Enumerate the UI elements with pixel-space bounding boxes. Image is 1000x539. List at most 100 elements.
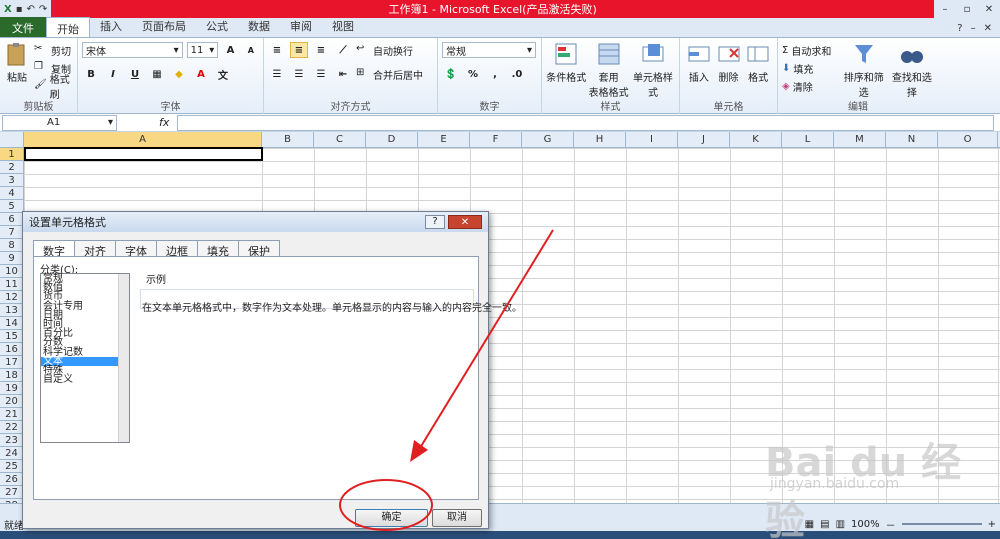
row-header-9[interactable]: 9 xyxy=(0,252,24,265)
column-header-n[interactable]: N xyxy=(886,132,938,148)
column-header-g[interactable]: G xyxy=(522,132,574,148)
row-header-8[interactable]: 8 xyxy=(0,239,24,252)
tab-insert[interactable]: 插入 xyxy=(90,15,132,37)
column-header-h[interactable]: H xyxy=(574,132,626,148)
row-header-4[interactable]: 4 xyxy=(0,187,24,200)
clear-button[interactable]: ◈ 清除 xyxy=(782,77,813,95)
row-header-15[interactable]: 15 xyxy=(0,330,24,343)
font-color-button[interactable]: A xyxy=(192,66,210,82)
column-header-d[interactable]: D xyxy=(366,132,418,148)
select-all-corner[interactable] xyxy=(0,132,24,148)
row-header-12[interactable]: 12 xyxy=(0,291,24,304)
wrap-text-button[interactable]: ↩ 自动换行 xyxy=(356,43,413,58)
cell-styles-button[interactable]: 单元格样式 xyxy=(631,41,675,100)
name-box[interactable]: A1 ▾ xyxy=(2,114,117,131)
maximize-icon[interactable]: ▫ xyxy=(956,4,978,15)
close-workbook-icon[interactable]: ✕ xyxy=(984,23,992,34)
indent-icon[interactable]: ⇤ xyxy=(334,66,352,82)
tab-data[interactable]: 数据 xyxy=(238,15,280,37)
align-bottom-icon[interactable]: ≡ xyxy=(312,42,330,58)
redo-icon[interactable]: ↷ xyxy=(39,4,47,15)
fill-button[interactable]: ⬇ 填充 xyxy=(782,59,813,77)
row-header-21[interactable]: 21 xyxy=(0,408,24,421)
delete-cells-button[interactable]: 删除 xyxy=(714,41,744,100)
find-select-button[interactable]: 查找和选择 xyxy=(890,41,934,100)
orientation-icon[interactable]: ⟋ xyxy=(334,42,352,58)
tab-formulas[interactable]: 公式 xyxy=(196,15,238,37)
grow-font-button[interactable]: A xyxy=(222,42,238,58)
row-header-17[interactable]: 17 xyxy=(0,356,24,369)
row-header-19[interactable]: 19 xyxy=(0,382,24,395)
row-header-14[interactable]: 14 xyxy=(0,317,24,330)
row-header-2[interactable]: 2 xyxy=(0,161,24,174)
help-icon[interactable]: ? xyxy=(957,23,962,34)
insert-cells-button[interactable]: 插入 xyxy=(684,41,714,100)
row-header-23[interactable]: 23 xyxy=(0,434,24,447)
conditional-format-button[interactable]: 条件格式 xyxy=(546,41,586,100)
row-header-3[interactable]: 3 xyxy=(0,174,24,187)
category-list[interactable]: 常规 数值 货币 会计专用 日期 时间 百分比 分数 科学记数 文本 特殊 自定义 xyxy=(40,273,130,443)
column-header-c[interactable]: C xyxy=(314,132,366,148)
phonetic-button[interactable]: 文 xyxy=(214,66,232,82)
cancel-button[interactable]: 取消 xyxy=(432,509,482,527)
column-header-k[interactable]: K xyxy=(730,132,782,148)
tab-file[interactable]: 文件 xyxy=(0,17,46,37)
italic-button[interactable]: I xyxy=(104,66,122,82)
format-as-table-button[interactable]: 套用 表格格式 xyxy=(588,41,629,100)
align-right-icon[interactable]: ☰ xyxy=(312,66,330,82)
shrink-font-button[interactable]: A xyxy=(243,42,259,58)
undo-icon[interactable]: ↶ xyxy=(27,4,35,15)
bold-button[interactable]: B xyxy=(82,66,100,82)
font-name-select[interactable]: 宋体 ▾ xyxy=(82,42,183,58)
align-center-icon[interactable]: ☰ xyxy=(290,66,308,82)
merge-center-button[interactable]: ⊞ 合并后居中 xyxy=(356,67,423,82)
column-header-l[interactable]: L xyxy=(782,132,834,148)
close-window-icon[interactable]: ✕ xyxy=(978,4,1000,15)
sort-filter-button[interactable]: 排序和筛选 xyxy=(842,41,886,100)
row-header-20[interactable]: 20 xyxy=(0,395,24,408)
paste-button[interactable]: 粘贴 xyxy=(4,41,30,95)
align-top-icon[interactable]: ≡ xyxy=(268,42,286,58)
category-item[interactable]: 自定义 xyxy=(41,374,129,384)
tab-review[interactable]: 审阅 xyxy=(280,15,322,37)
fx-icon[interactable]: fx xyxy=(159,116,169,129)
fill-color-icon[interactable]: ◆ xyxy=(170,66,188,82)
column-header-m[interactable]: M xyxy=(834,132,886,148)
row-header-11[interactable]: 11 xyxy=(0,278,24,291)
borders-icon[interactable]: ▦ xyxy=(148,66,166,82)
minimize-ribbon-icon[interactable]: – xyxy=(971,23,976,34)
active-cell[interactable] xyxy=(24,147,263,161)
category-scrollbar[interactable] xyxy=(118,274,129,442)
column-header-i[interactable]: I xyxy=(626,132,678,148)
row-header-22[interactable]: 22 xyxy=(0,421,24,434)
row-header-18[interactable]: 18 xyxy=(0,369,24,382)
tab-view[interactable]: 视图 xyxy=(322,15,364,37)
cut-button[interactable]: ✂ 剪切 xyxy=(34,41,71,59)
row-header-7[interactable]: 7 xyxy=(0,226,24,239)
column-header-j[interactable]: J xyxy=(678,132,730,148)
row-header-24[interactable]: 24 xyxy=(0,447,24,460)
dialog-help-button[interactable]: ? xyxy=(425,215,445,229)
row-header-16[interactable]: 16 xyxy=(0,343,24,356)
column-header-a[interactable]: A xyxy=(24,132,262,148)
currency-icon[interactable]: 💲 xyxy=(442,66,460,82)
column-header-e[interactable]: E xyxy=(418,132,470,148)
tab-page-layout[interactable]: 页面布局 xyxy=(132,15,196,37)
number-format-select[interactable]: 常规 ▾ xyxy=(442,42,536,58)
row-header-26[interactable]: 26 xyxy=(0,473,24,486)
align-middle-icon[interactable]: ≡ xyxy=(290,42,308,58)
format-painter-button[interactable]: 🖌 格式刷 xyxy=(34,75,73,101)
tab-home[interactable]: 开始 xyxy=(46,17,90,37)
column-header-b[interactable]: B xyxy=(262,132,314,148)
autosum-button[interactable]: Σ 自动求和 xyxy=(782,41,831,59)
dialog-close-button[interactable]: ✕ xyxy=(448,215,482,229)
row-header-27[interactable]: 27 xyxy=(0,486,24,499)
minimize-icon[interactable]: – xyxy=(934,4,956,15)
row-header-5[interactable]: 5 xyxy=(0,200,24,213)
percent-button[interactable]: % xyxy=(464,66,482,82)
increase-decimal-icon[interactable]: .0 xyxy=(508,66,526,82)
row-header-10[interactable]: 10 xyxy=(0,265,24,278)
format-cells-button[interactable]: 格式 xyxy=(743,41,773,100)
underline-button[interactable]: U xyxy=(126,66,144,82)
save-icon[interactable]: ▪ xyxy=(16,4,23,15)
